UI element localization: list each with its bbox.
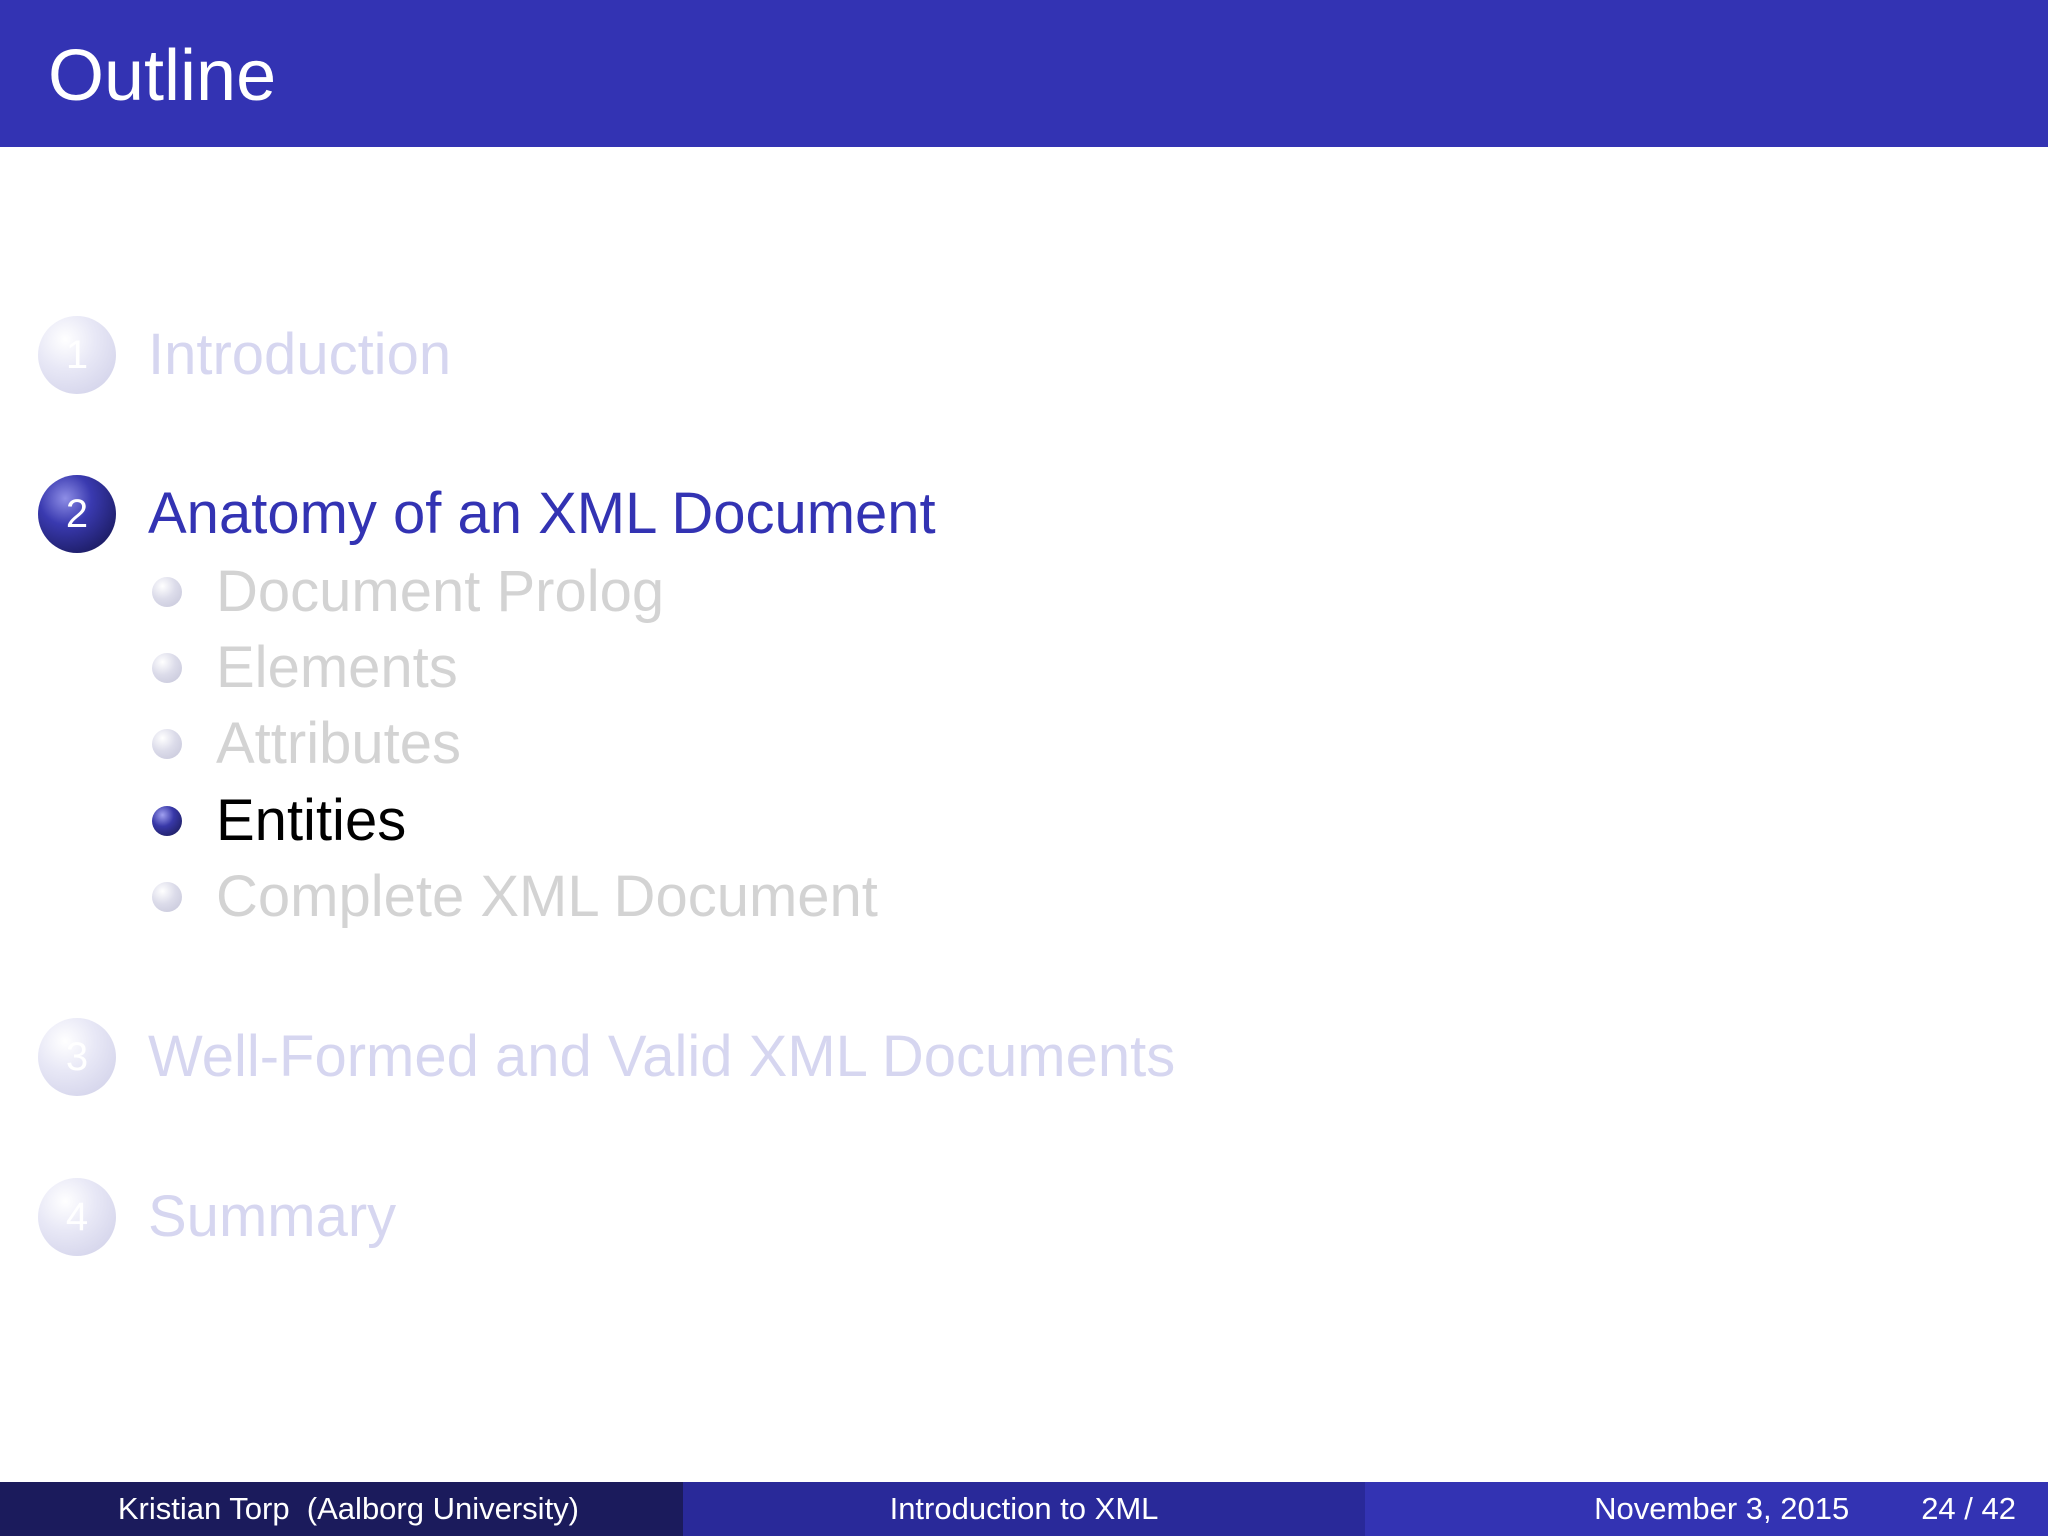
section-number-ball: 2 (38, 475, 116, 553)
bullet-ball-icon (152, 729, 182, 759)
subsection-label: Complete XML Document (216, 864, 878, 929)
bullet-ball-icon (152, 577, 182, 607)
subsection-label: Attributes (216, 711, 461, 776)
section-number: 4 (65, 1194, 89, 1239)
outline-section-summary[interactable]: 4 Summary (38, 1177, 396, 1257)
footer-date: November 3, 2015 (1594, 1491, 1850, 1526)
section-label: Summary (148, 1184, 397, 1249)
section-number: 3 (65, 1034, 89, 1079)
slide-footer: Kristian Torp (Aalborg University) Intro… (0, 1482, 2048, 1536)
section-number-ball: 4 (38, 1178, 116, 1256)
outline-subsection-entities[interactable]: Entities (152, 789, 406, 853)
footer-presentation-title: Introduction to XML (889, 1491, 1159, 1526)
section-label: Anatomy of an XML Document (148, 481, 936, 546)
outline-subsection-attributes[interactable]: Attributes (152, 712, 461, 776)
section-number-ball: 3 (38, 1018, 116, 1096)
slide-title-bar: Outline (0, 0, 2048, 147)
footer-page-number: 24 / 42 (1921, 1491, 2016, 1526)
section-number: 1 (65, 332, 89, 377)
section-label: Well-Formed and Valid XML Documents (148, 1024, 1176, 1089)
footer-author-cell: Kristian Torp (Aalborg University) (0, 1482, 683, 1536)
footer-title-cell: Introduction to XML (683, 1482, 1365, 1536)
bullet-ball-icon (152, 653, 182, 683)
outline-section-introduction[interactable]: 1 Introduction (38, 315, 451, 395)
outline-subsection-elements[interactable]: Elements (152, 636, 458, 700)
subsection-label: Entities (216, 788, 407, 853)
subsection-label: Document Prolog (216, 559, 665, 624)
slide: Outline 1 Introduction 2 Anatomy of an X… (0, 0, 2048, 1536)
outline-section-anatomy[interactable]: 2 Anatomy of an XML Document (38, 474, 936, 554)
section-label: Introduction (148, 322, 452, 387)
footer-author: Kristian Torp (Aalborg University) (117, 1491, 579, 1526)
section-number-ball: 1 (38, 316, 116, 394)
bullet-ball-icon (152, 806, 182, 836)
outline-subsection-complete-xml-document[interactable]: Complete XML Document (152, 865, 878, 929)
section-number: 2 (65, 491, 89, 536)
slide-title: Outline (48, 36, 277, 116)
outline-subsection-document-prolog[interactable]: Document Prolog (152, 560, 664, 624)
outline-section-well-formed-valid[interactable]: 3 Well-Formed and Valid XML Documents (38, 1017, 1175, 1097)
bullet-ball-icon (152, 882, 182, 912)
footer-date-cell: November 3, 2015 24 / 42 (1365, 1482, 2048, 1536)
subsection-label: Elements (216, 635, 458, 700)
